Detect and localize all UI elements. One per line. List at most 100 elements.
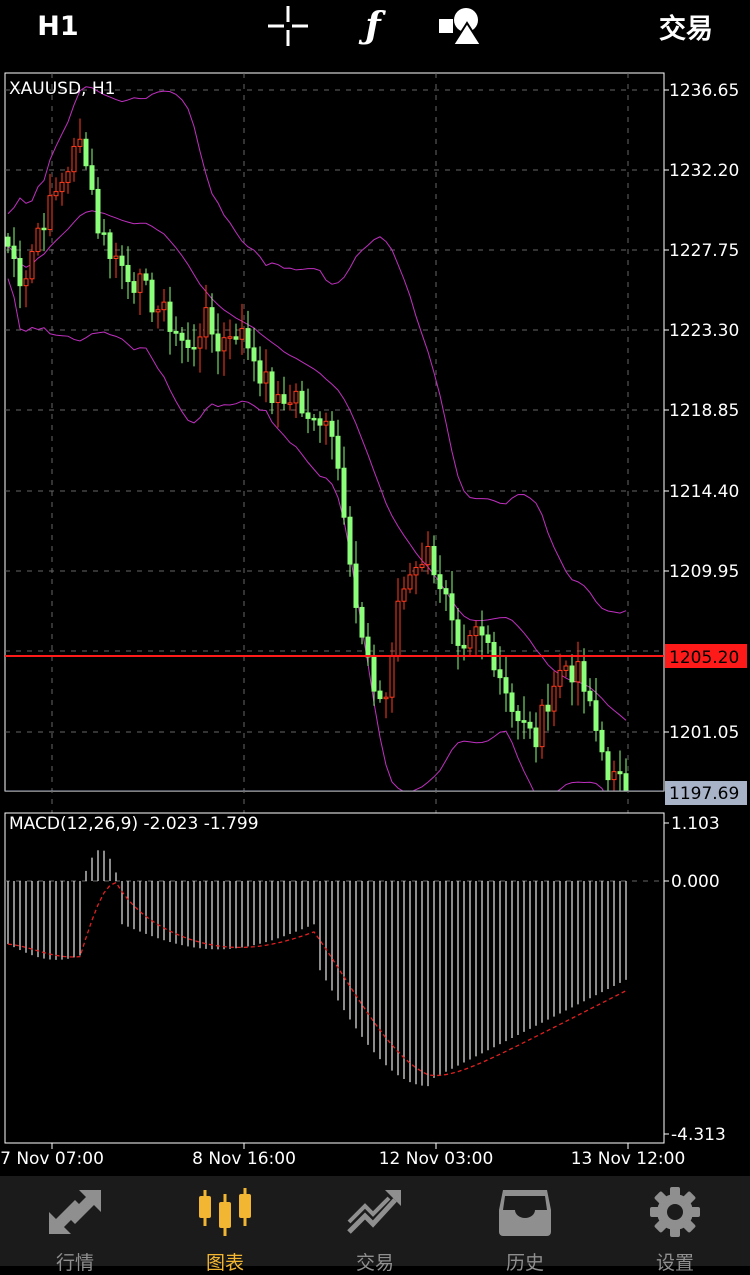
candle-body bbox=[113, 255, 119, 259]
price-tick-label: 1227.75 bbox=[669, 241, 739, 261]
candle-body bbox=[419, 564, 425, 568]
candle-body bbox=[59, 181, 65, 193]
candle-body bbox=[509, 692, 515, 712]
candle-body bbox=[227, 336, 233, 339]
candle-body bbox=[461, 644, 467, 649]
candle-body bbox=[245, 328, 251, 349]
quotes-icon bbox=[49, 1190, 101, 1234]
candle-body bbox=[293, 390, 299, 404]
candle-body bbox=[329, 420, 335, 437]
tab-chart[interactable]: 图表 bbox=[150, 1176, 300, 1274]
candle-body bbox=[89, 165, 95, 190]
candle-body bbox=[551, 685, 557, 712]
candle-body bbox=[215, 333, 221, 352]
shapes-icon[interactable] bbox=[434, 0, 486, 52]
price-tick-label: 1209.95 bbox=[669, 562, 739, 582]
candle-body bbox=[5, 236, 11, 247]
candle-body bbox=[287, 402, 293, 405]
candle-body bbox=[221, 337, 227, 352]
top-toolbar: H1 ƒ 交易 bbox=[0, 0, 750, 56]
candle-body bbox=[167, 301, 173, 332]
candle-body bbox=[479, 626, 485, 636]
candle-body bbox=[593, 700, 599, 731]
tab-history-label: 历史 bbox=[505, 1252, 544, 1274]
price-scale: 1236.65 1232.20 1227.75 1223.30 1218.85 1214.… bbox=[664, 81, 739, 743]
tab-settings[interactable]: 设置 bbox=[600, 1176, 750, 1274]
candle-body bbox=[47, 195, 53, 231]
macd-scale: 1.103 0.000 -4.313 bbox=[664, 814, 726, 1145]
macd-tick-label: 0.000 bbox=[671, 872, 720, 892]
candle-body bbox=[251, 347, 257, 362]
candle-body bbox=[275, 394, 281, 404]
candle-body bbox=[623, 773, 629, 791]
candle-body bbox=[377, 690, 383, 700]
candle-body bbox=[191, 346, 197, 350]
candle-body bbox=[257, 360, 263, 384]
candle-body bbox=[443, 588, 449, 595]
candle-body bbox=[239, 328, 245, 340]
candle-body bbox=[143, 273, 149, 281]
candle-body bbox=[53, 191, 59, 197]
time-label: 12 Nov 03:00 bbox=[379, 1149, 494, 1169]
candle-body bbox=[41, 227, 47, 231]
candle-body bbox=[161, 301, 167, 311]
function-icon[interactable]: ƒ bbox=[350, 0, 396, 52]
candle-body bbox=[305, 412, 311, 419]
tab-chart-label: 图表 bbox=[205, 1252, 244, 1274]
tab-trade-label: 交易 bbox=[355, 1252, 394, 1274]
candle-body bbox=[545, 704, 551, 712]
settings-gear-icon bbox=[650, 1187, 700, 1237]
time-label: 7 Nov 07:00 bbox=[0, 1149, 104, 1169]
tab-trade[interactable]: 交易 bbox=[300, 1176, 450, 1274]
candle-body bbox=[11, 245, 17, 259]
candle-body bbox=[101, 232, 107, 235]
candle-body bbox=[563, 665, 569, 671]
bottom-tab-bar: 行情 图表 交易 历史 设置 bbox=[0, 1176, 750, 1274]
candle-body bbox=[35, 227, 41, 253]
candle-body bbox=[527, 721, 533, 729]
candle-body bbox=[437, 574, 443, 590]
candle-body bbox=[611, 771, 617, 781]
candle-body bbox=[179, 332, 185, 341]
candle-body bbox=[395, 600, 401, 657]
candle-body bbox=[341, 467, 347, 518]
candle-body bbox=[209, 307, 215, 335]
candle-body bbox=[185, 339, 191, 348]
price-tick-label: 1232.20 bbox=[669, 161, 739, 181]
candle-body bbox=[425, 545, 431, 566]
trade-button[interactable]: 交易 bbox=[648, 0, 724, 52]
price-chart[interactable]: XAUUSD, H1 1236.651232.201227.751223.301… bbox=[0, 56, 750, 1176]
candle-body bbox=[83, 138, 89, 167]
candle-body bbox=[467, 635, 473, 649]
candle-body bbox=[431, 545, 437, 576]
candle-body bbox=[473, 626, 479, 637]
candle-body bbox=[71, 145, 77, 173]
tab-quotes[interactable]: 行情 bbox=[0, 1176, 150, 1274]
candle-body bbox=[323, 420, 329, 426]
time-label: 8 Nov 16:00 bbox=[192, 1149, 296, 1169]
candle-body bbox=[299, 390, 305, 414]
tab-history[interactable]: 历史 bbox=[450, 1176, 600, 1274]
candle-body bbox=[485, 634, 491, 643]
bid-price-text: 1197.69 bbox=[669, 784, 739, 804]
time-label: 13 Nov 12:00 bbox=[571, 1149, 686, 1169]
tab-settings-label: 设置 bbox=[655, 1252, 694, 1274]
candle-body bbox=[575, 661, 581, 683]
candle-body bbox=[497, 669, 503, 679]
candle-body bbox=[269, 371, 275, 404]
price-tick-label: 1218.85 bbox=[669, 401, 739, 421]
candle-body bbox=[95, 188, 101, 234]
candle-body bbox=[23, 278, 29, 287]
candle-body bbox=[233, 336, 239, 340]
symbol-label: XAUUSD, H1 bbox=[9, 79, 115, 99]
candle-body bbox=[263, 371, 269, 384]
candle-body bbox=[521, 720, 527, 723]
timeframe-button[interactable]: H1 bbox=[28, 0, 88, 52]
crosshair-icon[interactable] bbox=[262, 0, 314, 52]
history-icon bbox=[499, 1190, 551, 1236]
candle-body bbox=[125, 264, 131, 283]
candle-body bbox=[197, 336, 203, 349]
current-price-text: 1205.20 bbox=[669, 648, 739, 668]
candle-body bbox=[155, 309, 161, 313]
candle-body bbox=[149, 279, 155, 313]
